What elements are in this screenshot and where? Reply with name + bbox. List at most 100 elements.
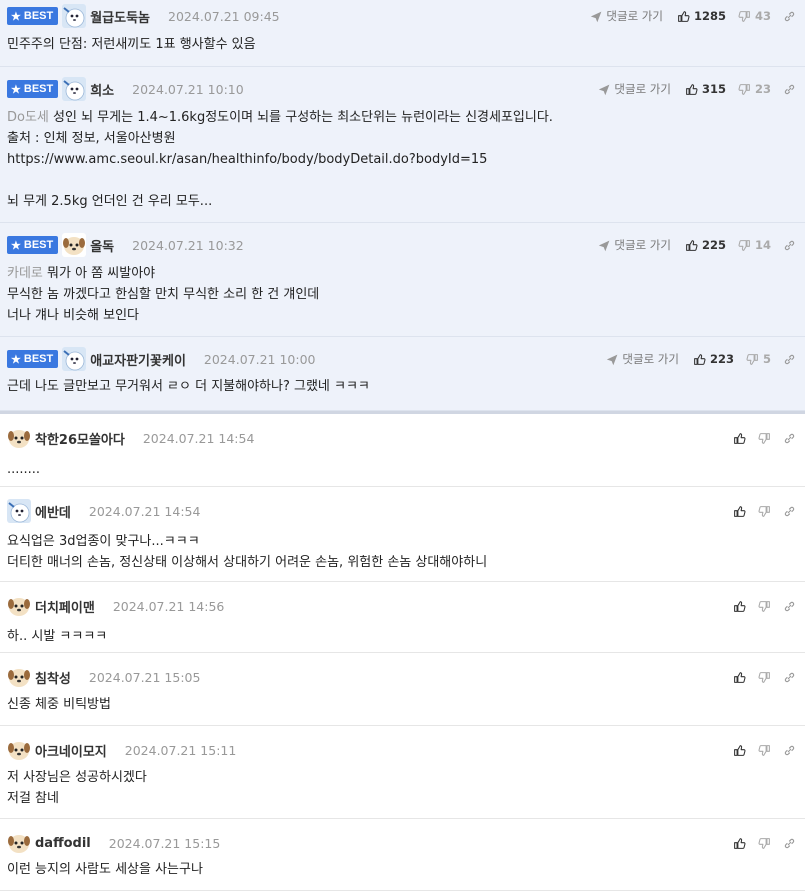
- best-badge: ★ BEST: [7, 236, 59, 254]
- comment-body: 신종 체중 비틱방법: [7, 694, 111, 715]
- upvote-button[interactable]: [733, 432, 746, 445]
- upvote-button[interactable]: [733, 505, 746, 518]
- avatar[interactable]: [62, 233, 87, 257]
- comment-date: 2024.07.21 14:56: [112, 598, 225, 614]
- copy-link-button[interactable]: [783, 505, 796, 518]
- avatar[interactable]: [7, 665, 31, 689]
- downvote-button[interactable]: 43: [738, 9, 771, 23]
- downvote-count: 14: [754, 238, 771, 252]
- comment-body: 하.. 시발 ㅋㅋㅋㅋ: [7, 626, 107, 647]
- comment-text: 너나 걔나 비슷해 보인다: [7, 308, 139, 323]
- nickname[interactable]: 에반데: [35, 502, 71, 521]
- upvote-button[interactable]: [733, 837, 746, 850]
- nickname[interactable]: daffodil: [35, 836, 91, 851]
- comment-date: 2024.07.21 14:54: [142, 430, 255, 446]
- downvote-button[interactable]: 23: [738, 82, 771, 96]
- comment-date: 2024.07.21 10:32: [132, 237, 244, 253]
- avatar[interactable]: [62, 347, 87, 371]
- nickname[interactable]: 월급도둑놈: [90, 7, 150, 26]
- comment: 에반데 2024.07.21 14:54 요식업은 3d업종이 맞구나...ㅋㅋㅋ 더…: [0, 487, 805, 582]
- upvote-button[interactable]: [733, 600, 746, 613]
- copy-link-button[interactable]: [783, 837, 796, 850]
- avatar[interactable]: [7, 499, 31, 523]
- upvote-button[interactable]: 315: [685, 82, 726, 96]
- nickname[interactable]: 올독: [90, 236, 114, 255]
- star-icon: ★: [11, 353, 21, 366]
- avatar[interactable]: [7, 738, 31, 762]
- downvote-button[interactable]: [758, 600, 771, 613]
- copy-link-button[interactable]: [783, 83, 796, 96]
- downvote-button[interactable]: [758, 432, 771, 445]
- upvote-button[interactable]: 223: [693, 352, 734, 366]
- reply-link[interactable]: 댓글로 가기: [606, 351, 679, 367]
- comment-text: ........: [7, 462, 41, 477]
- downvote-count: 5: [762, 352, 771, 366]
- avatar[interactable]: [62, 77, 87, 101]
- nickname[interactable]: 희소: [90, 80, 114, 99]
- link-icon: [784, 838, 795, 848]
- comment-line: 카데로 뭐가 아 쫌 씨발아야: [7, 263, 319, 284]
- downvote-button[interactable]: 5: [746, 352, 771, 366]
- send-arrow-icon: [599, 240, 610, 251]
- thumbs-down-icon: [758, 505, 770, 517]
- quoted-user[interactable]: Do도세: [7, 110, 49, 125]
- nickname[interactable]: 더치페이맨: [35, 597, 95, 616]
- send-arrow-icon: [591, 11, 602, 22]
- thumbs-up-icon: [734, 600, 746, 612]
- avatar[interactable]: [7, 594, 31, 618]
- thumbs-down-icon: [758, 600, 770, 612]
- upvote-count: 225: [701, 238, 726, 252]
- comment-line: 신종 체중 비틱방법: [7, 694, 111, 715]
- link-icon: [784, 84, 795, 94]
- avatar[interactable]: [62, 4, 87, 28]
- comment-tools: [733, 667, 796, 687]
- reply-link[interactable]: 댓글로 가기: [598, 237, 671, 253]
- comment-header: 에반데 2024.07.21 14:54: [7, 499, 200, 523]
- nickname[interactable]: 애교자판기꽃케이: [90, 350, 186, 369]
- downvote-button[interactable]: [758, 837, 771, 850]
- comment-line: 출처 : 인체 정보, 서울아산병원: [7, 128, 553, 149]
- nickname[interactable]: 착한26모쏠아다: [35, 429, 125, 448]
- comment-text: 더티한 매너의 손놈, 정신상태 이상해서 상대하기 어려운 손놈, 위험한 손…: [7, 555, 488, 570]
- upvote-button[interactable]: [733, 671, 746, 684]
- best-badge-label: BEST: [23, 353, 54, 365]
- reply-link-label: 댓글로 가기: [614, 82, 671, 96]
- copy-link-button[interactable]: [783, 744, 796, 757]
- comment: 착한26모쏠아다 2024.07.21 14:54........: [0, 414, 805, 487]
- nickname[interactable]: 아크네이모지: [35, 741, 107, 760]
- best-badge: ★ BEST: [7, 80, 59, 98]
- link-icon: [784, 601, 795, 611]
- upvote-button[interactable]: 225: [685, 238, 726, 252]
- copy-link-button[interactable]: [783, 10, 796, 23]
- downvote-button[interactable]: [758, 505, 771, 518]
- comment-header: 더치페이맨 2024.07.21 14:56: [7, 594, 224, 618]
- upvote-button[interactable]: [733, 744, 746, 757]
- comment-body: 근데 나도 글만보고 무거워서 ㄹㅇ 더 지불해야하나? 그랬네 ㅋㅋㅋ: [7, 376, 370, 397]
- best-comment: ★ BEST 올독 2024.07.21 10:32 댓글로 가기 225 14 카데로 뭐가…: [0, 223, 805, 337]
- comment-text: 성인 뇌 무게는 1.4~1.6kg정도이며 뇌를 구성하는 최소단위는 뉴런이…: [53, 110, 553, 125]
- comment-header: ★ BEST 애교자판기꽃케이 2024.07.21 10:00: [7, 347, 315, 371]
- downvote-button[interactable]: [758, 744, 771, 757]
- comment-text: 저 사장님은 성공하시겠다: [7, 770, 147, 785]
- avatar[interactable]: [7, 426, 31, 450]
- nickname[interactable]: 침착성: [35, 668, 71, 687]
- copy-link-button[interactable]: [783, 432, 796, 445]
- upvote-button[interactable]: 1285: [677, 9, 726, 23]
- downvote-count: 43: [754, 9, 771, 23]
- downvote-button[interactable]: 14: [738, 238, 771, 252]
- copy-link-button[interactable]: [783, 600, 796, 613]
- downvote-button[interactable]: [758, 671, 771, 684]
- avatar[interactable]: [7, 831, 31, 855]
- comment-text: 출처 : 인체 정보, 서울아산병원: [7, 131, 176, 146]
- comment: 침착성 2024.07.21 15:05 신종 체중 비틱방법: [0, 653, 805, 726]
- reply-link[interactable]: 댓글로 가기: [590, 8, 663, 24]
- comment-body: 저 사장님은 성공하시겠다 저걸 참네: [7, 767, 147, 809]
- reply-link[interactable]: 댓글로 가기: [598, 81, 671, 97]
- copy-link-button[interactable]: [783, 239, 796, 252]
- comment-line: 근데 나도 글만보고 무거워서 ㄹㅇ 더 지불해야하나? 그랬네 ㅋㅋㅋ: [7, 376, 370, 397]
- comment-text: 신종 체중 비틱방법: [7, 697, 111, 712]
- copy-link-button[interactable]: [783, 671, 796, 684]
- quoted-user[interactable]: 카데로: [7, 266, 43, 281]
- comment-line: 무식한 놈 까겠다고 한심할 만치 무식한 소리 한 건 걔인데: [7, 284, 319, 305]
- copy-link-button[interactable]: [783, 353, 796, 366]
